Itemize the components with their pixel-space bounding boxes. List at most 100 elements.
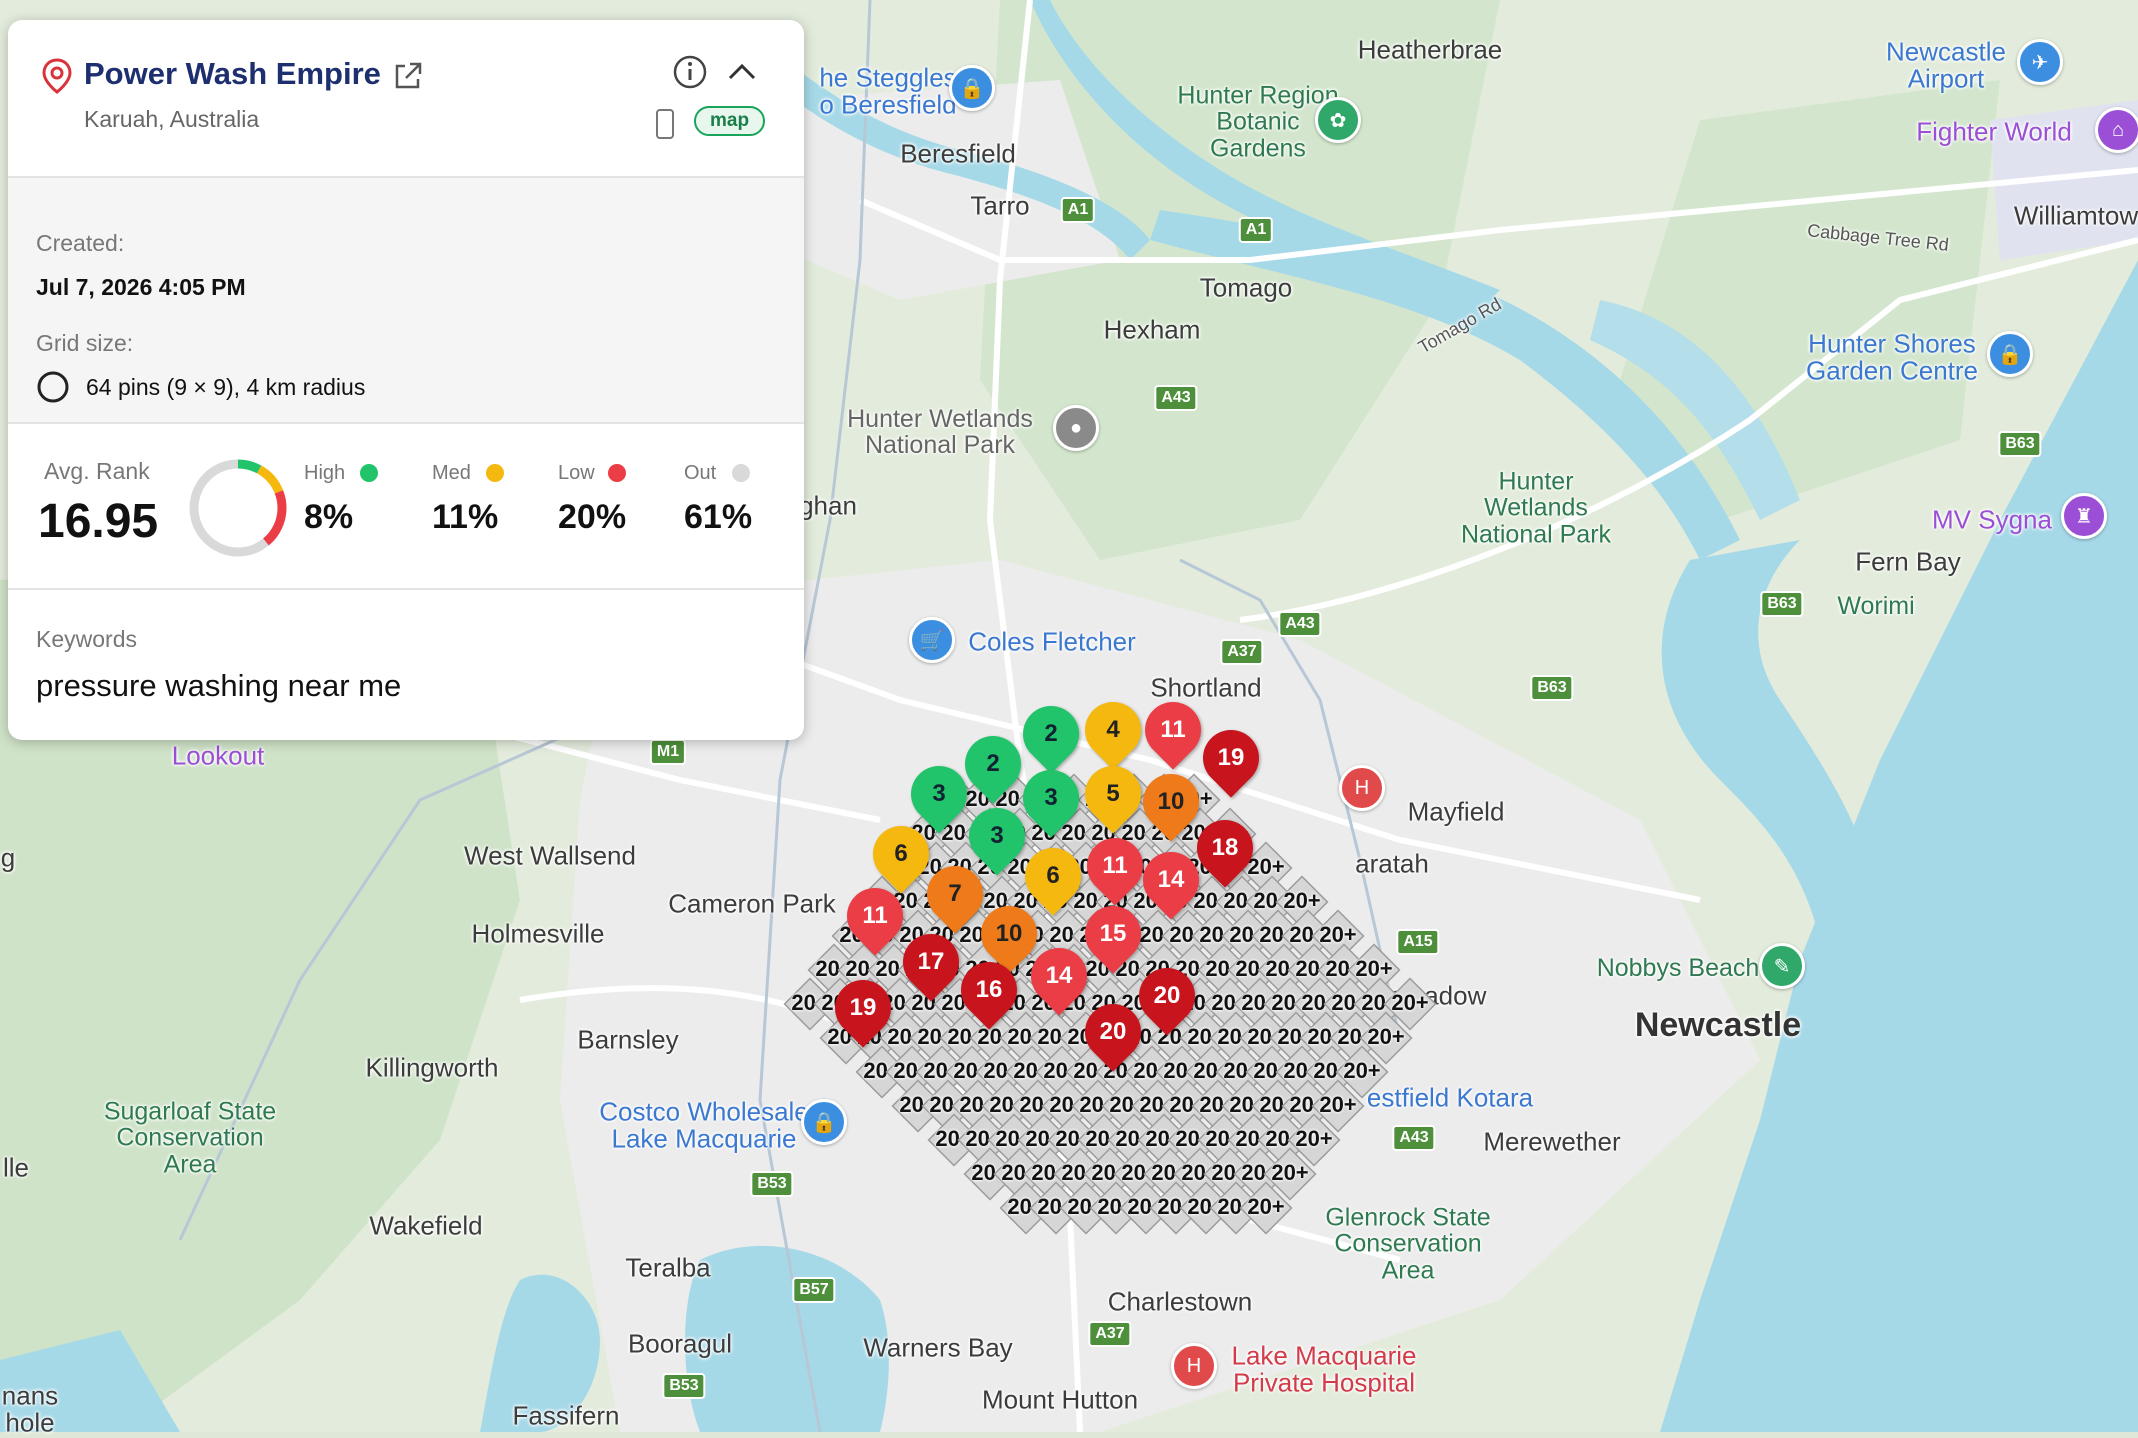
shopping-bag-icon[interactable]: 🔒 bbox=[949, 65, 995, 111]
pin-rank-label: 17 bbox=[917, 948, 945, 975]
avg-rank-value: 16.95 bbox=[38, 495, 159, 548]
museum-icon[interactable]: ⌂ bbox=[2095, 107, 2138, 153]
map-label-glenrock[interactable]: Glenrock State Conservation Area bbox=[1325, 1205, 1490, 1284]
rank-pin[interactable]: 11 bbox=[835, 876, 915, 956]
rank-pin[interactable]: 7 bbox=[915, 854, 995, 934]
pin-rank-label: 20+ bbox=[1367, 1024, 1405, 1049]
pin-rank-label: 18 bbox=[1211, 834, 1239, 861]
chevron-up-icon[interactable] bbox=[724, 58, 760, 86]
report-panel: Power Wash Empire Karuah, Australia map … bbox=[8, 20, 804, 740]
map-badge: map bbox=[694, 106, 766, 136]
map-label-sugarloaf[interactable]: Sugarloaf State Conservation Area bbox=[104, 1099, 276, 1178]
rank-pin[interactable]: 20 bbox=[1127, 956, 1207, 1036]
rank-pin[interactable]: 11 bbox=[1075, 826, 1155, 906]
rank-pin[interactable]: 3 bbox=[957, 796, 1037, 876]
panel-meta: Created: Jul 7, 2026 4:05 PM Grid size: … bbox=[8, 178, 804, 424]
pin-rank-label: 20 bbox=[1153, 982, 1181, 1009]
map-label-heatherbrae: Heatherbrae bbox=[1357, 34, 1503, 65]
pin-rank-label: 2 bbox=[1044, 720, 1058, 747]
rank-pin[interactable]: 2 bbox=[1011, 694, 1091, 774]
road-shield: B53 bbox=[750, 1171, 794, 1197]
road-shield: A1 bbox=[1060, 197, 1096, 223]
circle-grid-icon bbox=[37, 371, 69, 403]
map-label-hunter-shores[interactable]: Hunter Shores Garden Centre bbox=[1806, 330, 1978, 386]
rank-pin[interactable]: 14 bbox=[1019, 936, 1099, 1016]
map-label-fighter-world[interactable]: Fighter World bbox=[1916, 118, 2072, 146]
pin-rank-label: 7 bbox=[948, 880, 962, 907]
rank-pin[interactable]: 6 bbox=[861, 814, 941, 894]
pin-rank-label: 14 bbox=[1045, 962, 1073, 989]
flower-icon[interactable]: ✿ bbox=[1315, 97, 1361, 143]
map-label-newcastle-airport[interactable]: Newcastle Airport bbox=[1886, 38, 2006, 94]
shopping-bag-icon[interactable]: 🔒 bbox=[801, 1099, 847, 1145]
pin-rank-label: 20+ bbox=[1271, 1160, 1309, 1185]
stat-low-value: 20% bbox=[558, 498, 627, 536]
external-link-icon[interactable] bbox=[392, 60, 424, 92]
rank-pin[interactable]: 5 bbox=[1073, 754, 1153, 834]
map-label-costco[interactable]: Costco Wholesale Lake Macquarie bbox=[599, 1098, 809, 1154]
stat-out-value: 61% bbox=[684, 498, 753, 536]
hospital-icon[interactable]: H bbox=[1339, 765, 1385, 811]
map-label-westfield-kotara[interactable]: estfield Kotara bbox=[1367, 1084, 1533, 1112]
business-name[interactable]: Power Wash Empire bbox=[84, 56, 381, 92]
cart-icon[interactable]: 🛒 bbox=[909, 617, 955, 663]
road-shield: A43 bbox=[1392, 1125, 1436, 1151]
rank-pin[interactable]: 11 bbox=[1133, 690, 1213, 770]
rank-pin[interactable]: 18 bbox=[1185, 808, 1265, 888]
rank-pin[interactable]: 3 bbox=[899, 754, 979, 834]
rank-pin[interactable]: 14 bbox=[1131, 840, 1211, 920]
shopping-bag-icon[interactable]: 🔒 bbox=[1987, 331, 2033, 377]
map-label-nobbys-beach[interactable]: Nobbys Beach bbox=[1597, 955, 1760, 982]
info-icon[interactable] bbox=[672, 54, 708, 90]
map-label-tarro: Tarro bbox=[970, 190, 1030, 221]
pin-rank-label: 16 bbox=[975, 976, 1003, 1003]
rank-pin[interactable]: 15 bbox=[1073, 894, 1153, 974]
pin-rank-label: 20+ bbox=[1319, 922, 1357, 947]
map-label-coles-fletcher[interactable]: Coles Fletcher bbox=[968, 628, 1136, 656]
rank-pin[interactable]: 16 bbox=[949, 950, 1029, 1030]
road-shield: B63 bbox=[1760, 591, 1804, 617]
rank-pin[interactable]: 20 bbox=[1073, 992, 1153, 1072]
pin-rank-label: 3 bbox=[1044, 784, 1058, 811]
pin-rank-label: 20+ bbox=[1283, 888, 1321, 913]
pin-rank-label: 20+ bbox=[1355, 956, 1393, 981]
rank-pin[interactable]: 2 bbox=[953, 724, 1033, 804]
map-label-lake-macquarie-hospital[interactable]: Lake Macquarie Private Hospital bbox=[1232, 1342, 1417, 1398]
pin-rank-label: 15 bbox=[1099, 920, 1127, 947]
rank-pin[interactable]: 17 bbox=[891, 922, 971, 1002]
beach-icon[interactable]: ✎ bbox=[1759, 943, 1805, 989]
airport-icon[interactable]: ✈ bbox=[2017, 39, 2063, 85]
keywords-label: Keywords bbox=[36, 626, 137, 652]
rank-pin[interactable]: 19 bbox=[1191, 718, 1271, 798]
business-location: Karuah, Australia bbox=[84, 106, 260, 132]
map-label-waratah: aratah bbox=[1355, 848, 1429, 879]
pin-rank-label: 10 bbox=[1157, 788, 1185, 815]
hospital-icon[interactable]: H bbox=[1171, 1343, 1217, 1389]
map-label-fassifern: Fassifern bbox=[512, 1400, 620, 1431]
stat-med-label: Med bbox=[432, 462, 471, 484]
stat-out-dot bbox=[732, 464, 750, 482]
place-icon[interactable]: ● bbox=[1053, 405, 1099, 451]
pin-rank-label: 11 bbox=[1160, 716, 1186, 743]
rank-pin[interactable]: 3 bbox=[1011, 758, 1091, 838]
rank-pin[interactable]: 19 bbox=[823, 968, 903, 1048]
stat-out-label: Out bbox=[684, 462, 717, 484]
stat-high-value: 8% bbox=[304, 498, 354, 536]
map-label-steggles[interactable]: he Steggles o Beresfield bbox=[819, 64, 956, 120]
map-label-mv-sygna[interactable]: MV Sygna bbox=[1932, 506, 2052, 534]
rank-pin[interactable]: 6 bbox=[1013, 836, 1093, 916]
rank-distribution-donut bbox=[189, 459, 287, 557]
map-label-hunter-wetlands-np-2[interactable]: Hunter Wetlands National Park bbox=[1461, 469, 1611, 548]
stat-low-label: Low bbox=[558, 462, 595, 484]
map-label-newcastle: Newcastle bbox=[1634, 1006, 1802, 1045]
road-shield: A43 bbox=[1154, 385, 1198, 411]
pin-rank-label: 20+ bbox=[1247, 1194, 1285, 1219]
landmark-icon[interactable]: ♜ bbox=[2061, 493, 2107, 539]
rank-pin[interactable]: 4 bbox=[1073, 690, 1153, 770]
map-label-lookout[interactable]: Lookout bbox=[172, 742, 265, 770]
map-label-hunter-wetlands-np[interactable]: Hunter Wetlands National Park bbox=[847, 406, 1033, 459]
created-label: Created: bbox=[36, 230, 125, 256]
rank-pin[interactable]: 10 bbox=[1131, 762, 1211, 842]
location-pin-icon bbox=[42, 58, 72, 94]
pin-rank-label: 4 bbox=[1106, 716, 1120, 743]
